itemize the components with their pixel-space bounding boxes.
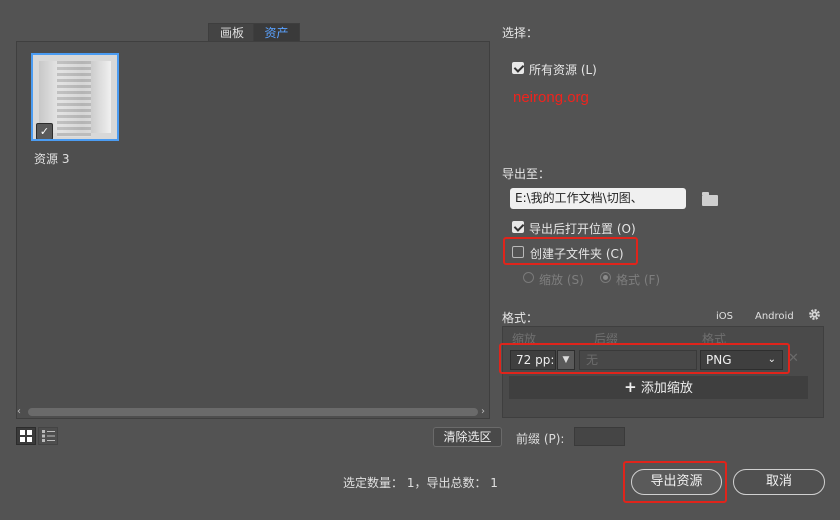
prefix-input[interactable]: [574, 427, 625, 446]
selection-count: 选定数量： 1，导出总数： 1: [343, 476, 498, 490]
asset-thumbnail[interactable]: ✓: [31, 53, 119, 141]
horizontal-scrollbar[interactable]: ‹ ›: [16, 405, 490, 419]
select-title: 选择：: [502, 26, 539, 40]
export-to-title: 导出至：: [502, 167, 551, 181]
clear-selection-button[interactable]: 清除选区: [433, 427, 502, 447]
format-title: 格式：: [502, 311, 539, 325]
plus-icon: +: [624, 378, 637, 396]
all-assets-label[interactable]: 所有资源 (L): [529, 61, 597, 78]
scroll-right-icon[interactable]: ›: [481, 405, 485, 419]
grid-view-icon[interactable]: [16, 427, 36, 445]
add-scale-label: 添加缩放: [640, 381, 693, 396]
scale-radio-label[interactable]: 缩放 (S): [539, 271, 584, 288]
asset-name: 资源 3: [34, 152, 70, 166]
ios-preset-button[interactable]: iOS: [716, 311, 733, 322]
open-after-export-label[interactable]: 导出后打开位置 (O): [529, 220, 636, 237]
highlight-subfolder: [503, 237, 638, 265]
scroll-left-icon[interactable]: ‹: [17, 405, 21, 419]
all-assets-checkbox[interactable]: [512, 62, 524, 74]
export-path-field[interactable]: E:\我的工作文档\切图、: [510, 188, 686, 209]
scrollbar-thumb[interactable]: [28, 408, 478, 416]
tab-artboards[interactable]: 画板: [208, 23, 256, 42]
prefix-label: 前缀 (P):: [516, 432, 565, 446]
highlight-format-row: [499, 343, 790, 374]
scale-radio[interactable]: [523, 272, 534, 283]
watermark: neirong.org: [513, 89, 589, 106]
highlight-export-button: [623, 461, 727, 503]
android-preset-button[interactable]: Android: [755, 311, 794, 322]
format-radio[interactable]: [600, 272, 611, 283]
open-after-export-checkbox[interactable]: [512, 221, 524, 233]
add-scale-button[interactable]: + 添加缩放: [509, 376, 808, 399]
format-radio-label[interactable]: 格式 (F): [616, 271, 660, 288]
asset-checkbox-icon[interactable]: ✓: [36, 123, 53, 139]
folder-icon[interactable]: [702, 192, 718, 206]
gear-icon[interactable]: [808, 308, 821, 321]
list-view-icon[interactable]: [38, 427, 58, 445]
cancel-button[interactable]: 取消: [733, 469, 825, 495]
thumbnail-blur: [57, 61, 91, 137]
tab-assets[interactable]: 资产: [253, 23, 300, 42]
